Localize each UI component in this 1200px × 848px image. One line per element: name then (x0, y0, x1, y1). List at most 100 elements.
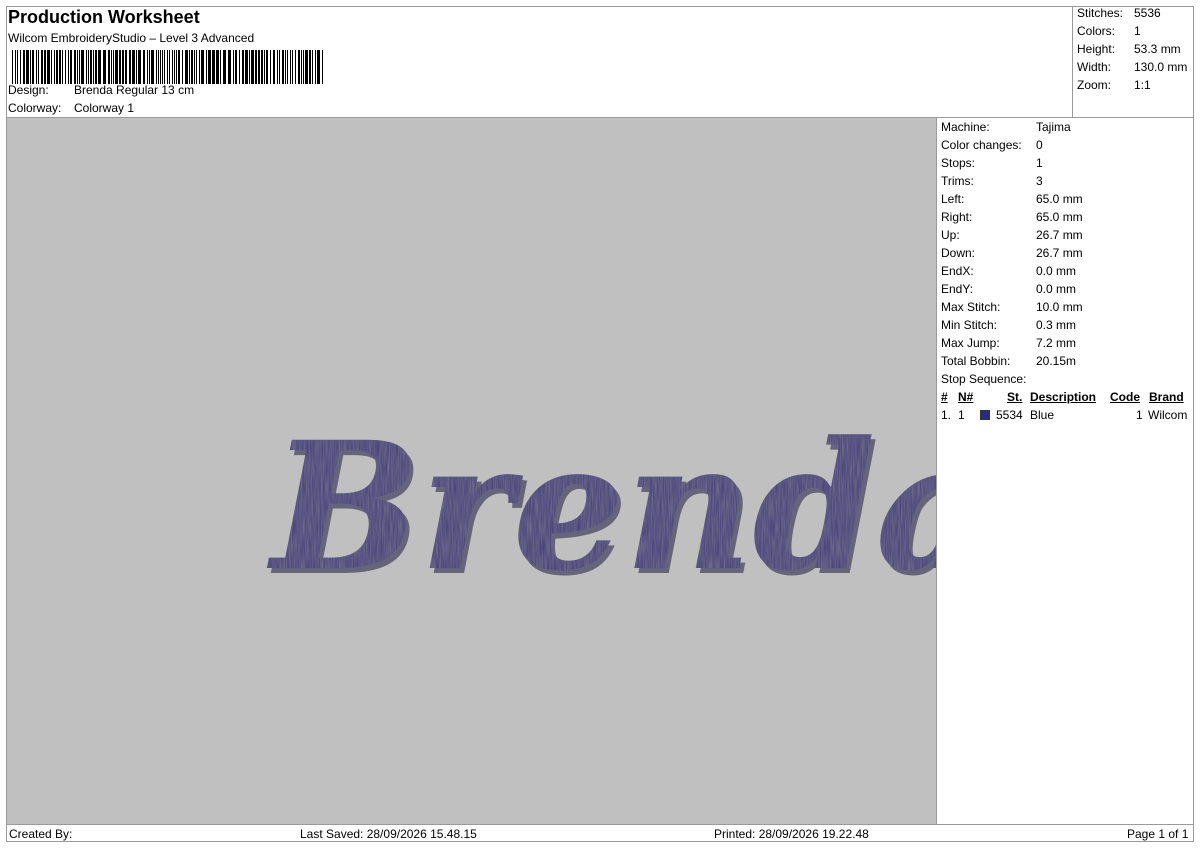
prop-max-jump: Max Jump: 7.2 mm (941, 336, 1077, 350)
prop-color-changes: Color changes: 0 (941, 138, 1043, 152)
barcode-bar (172, 50, 173, 84)
barcode-bar (216, 50, 219, 84)
barcode-bar (264, 50, 265, 84)
colorway-value: Colorway 1 (74, 101, 135, 115)
design-row: Design: Brenda Regular 13 cm (8, 83, 194, 97)
barcode-bar (249, 50, 250, 84)
barcode-bar (245, 50, 248, 84)
barcode-bar (295, 50, 296, 84)
barcode-bar (77, 50, 78, 84)
barcode-bar (212, 50, 215, 84)
properties-panel: Machine: Tajima Color changes: 0 Stops: 1 T… (937, 118, 1194, 824)
barcode-bar (266, 50, 268, 84)
col-brand: Brand (1149, 390, 1184, 404)
barcode-bar (261, 50, 263, 84)
barcode-bar (251, 50, 254, 84)
barcode-bar (309, 50, 311, 84)
row-description: Blue (1030, 408, 1055, 422)
barcode-bar (98, 50, 101, 84)
barcode-bar (62, 50, 63, 84)
page-title: Production Worksheet (8, 7, 200, 27)
barcode (12, 50, 323, 84)
barcode-bar (228, 50, 231, 84)
barcode-bar (79, 50, 80, 84)
barcode-bar (103, 50, 106, 84)
barcode-bar (167, 50, 168, 84)
barcode-bar (189, 50, 190, 84)
barcode-bar (115, 50, 118, 84)
barcode-bar (143, 50, 145, 84)
barcode-bar (270, 50, 271, 84)
barcode-bar (88, 50, 89, 84)
barcode-bar (138, 50, 141, 84)
barcode-bar (273, 50, 275, 84)
barcode-bar (162, 50, 163, 84)
footer-divider (6, 824, 1194, 825)
barcode-bar (255, 50, 257, 84)
summary-stitches: Stitches: 5536 (1077, 6, 1161, 20)
table-row[interactable]: 1. 1 5534 Blue 1 Wilcom (941, 408, 1191, 424)
prop-up: Up: 26.7 mm (941, 228, 1083, 242)
colorway-row: Colorway: Colorway 1 (8, 101, 134, 115)
summary-height: Height: 53.3 mm (1077, 42, 1181, 56)
barcode-bar (119, 50, 121, 84)
prop-total-bobbin: Total Bobbin: 20.15m (941, 354, 1077, 368)
barcode-bar (235, 50, 237, 84)
barcode-bar (111, 50, 112, 84)
design-label: Design: (8, 83, 49, 97)
barcode-bar (125, 50, 127, 84)
barcode-bar (158, 50, 159, 84)
barcode-bar (15, 50, 16, 84)
barcode-bar (201, 50, 204, 84)
summary-width: Width: 130.0 mm (1077, 60, 1188, 74)
barcode-bar (12, 50, 13, 84)
barcode-bar (242, 50, 244, 84)
colorway-label: Colorway: (8, 101, 62, 115)
barcode-bar (199, 50, 200, 84)
barcode-bar (169, 50, 170, 84)
barcode-bar (287, 50, 288, 84)
design-preview-canvas[interactable]: Brenda Brenda (7, 118, 994, 824)
barcode-bar (312, 50, 313, 84)
barcode-bar (292, 50, 293, 84)
barcode-bar (156, 50, 157, 84)
row-needle: 1 (958, 408, 965, 422)
barcode-bar (147, 50, 148, 84)
barcode-bar (301, 50, 302, 84)
barcode-bar (122, 50, 124, 84)
barcode-bar (54, 50, 55, 84)
barcode-bar (220, 50, 221, 84)
barcode-bar (74, 50, 76, 84)
barcode-bar (178, 50, 180, 84)
barcode-bar (38, 50, 39, 84)
embroidery-text: Brenda (266, 403, 936, 610)
barcode-bar (164, 50, 165, 84)
stop-sequence-header: # N# St. Description Code Brand (941, 390, 1191, 406)
barcode-bar (149, 50, 150, 84)
barcode-bar (44, 50, 46, 84)
barcode-bar (129, 50, 131, 84)
col-description: Description (1030, 390, 1097, 404)
barcode-bar (30, 50, 31, 84)
stop-sequence-label: Stop Sequence: (941, 372, 1027, 386)
barcode-bar (51, 50, 52, 84)
prop-right: Right: 65.0 mm (941, 210, 1083, 224)
barcode-bar (233, 50, 234, 84)
prop-endx: EndX: 0.0 mm (941, 264, 1077, 278)
thread-color-swatch (980, 410, 990, 420)
barcode-bar (277, 50, 278, 84)
barcode-bar (17, 50, 18, 84)
barcode-bar (95, 50, 97, 84)
prop-max-stitch: Max Stitch: 10.0 mm (941, 300, 1083, 314)
row-code: 1 (1136, 408, 1143, 422)
barcode-bar (65, 50, 66, 84)
col-needle: N# (958, 390, 974, 404)
barcode-bar (196, 50, 197, 84)
design-value: Brenda Regular 13 cm (74, 83, 195, 97)
barcode-bar (41, 50, 43, 84)
footer-last-saved: Last Saved: 28/09/2026 15.48.15 (300, 827, 477, 841)
row-index: 1. (941, 408, 952, 422)
barcode-bar (298, 50, 300, 84)
worksheet-header: Production Worksheet Wilcom EmbroiderySt… (6, 6, 1072, 116)
barcode-bar (258, 50, 260, 84)
